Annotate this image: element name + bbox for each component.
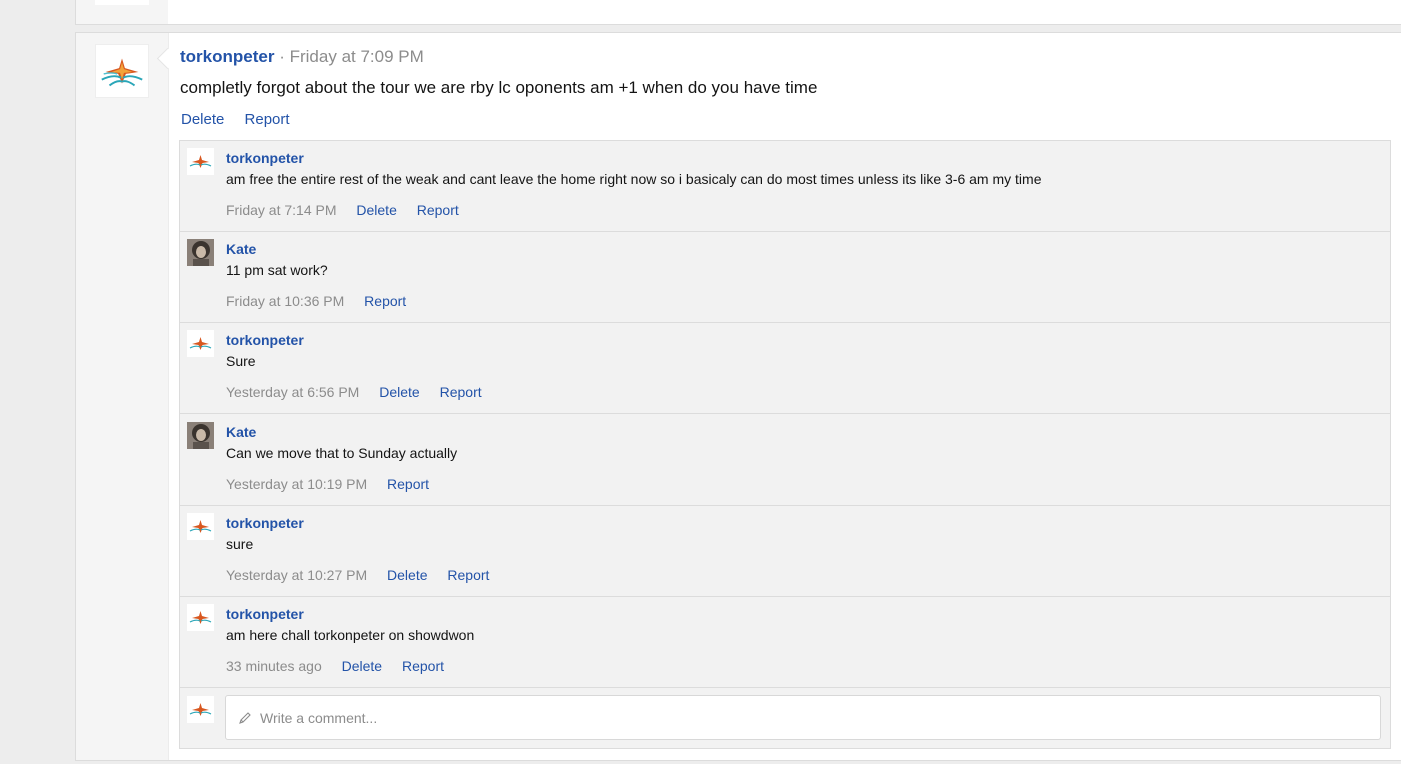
comment-author-link[interactable]: torkonpeter xyxy=(226,332,304,348)
comment-item: torkonpeter sure Yesterday at 10:27 PM D… xyxy=(180,506,1390,597)
comment-author-link[interactable]: torkonpeter xyxy=(226,515,304,531)
comments-list: torkonpeter am free the entire rest of t… xyxy=(179,140,1391,749)
comment-timestamp[interactable]: Yesterday at 10:19 PM xyxy=(226,476,367,492)
comment-timestamp[interactable]: 33 minutes ago xyxy=(226,658,322,674)
starfish-avatar-icon xyxy=(187,513,214,540)
comment-input-box[interactable] xyxy=(225,695,1381,740)
photo-avatar-icon xyxy=(187,239,214,266)
post-timestamp[interactable]: Friday at 7:09 PM xyxy=(290,47,424,66)
comment-author-avatar[interactable] xyxy=(187,422,214,449)
post-avatar-gutter xyxy=(76,33,169,760)
pencil-icon xyxy=(239,711,251,724)
comment-body: 11 pm sat work? xyxy=(226,262,328,278)
comment-body: Sure xyxy=(226,353,256,369)
post-header: torkonpeter · Friday at 7:09 PM xyxy=(180,47,424,67)
comment-delete-link[interactable]: Delete xyxy=(379,384,419,400)
comment-body: am free the entire rest of the weak and … xyxy=(226,171,1042,187)
comment-meta: Yesterday at 6:56 PM Delete Report xyxy=(226,384,498,400)
comment-meta: Friday at 7:14 PM Delete Report xyxy=(226,202,475,218)
profile-post-card: torkonpeter · Friday at 7:09 PM completl… xyxy=(75,32,1401,761)
comment-timestamp[interactable]: Friday at 7:14 PM xyxy=(226,202,337,218)
comment-report-link[interactable]: Report xyxy=(440,384,482,400)
comment-item: torkonpeter am free the entire rest of t… xyxy=(180,141,1390,232)
starfish-avatar-icon xyxy=(187,696,214,723)
comment-item: torkonpeter Sure Yesterday at 6:56 PM De… xyxy=(180,323,1390,414)
comment-input[interactable] xyxy=(258,708,1380,727)
comment-report-link[interactable]: Report xyxy=(364,293,406,309)
previous-post-card xyxy=(75,0,1401,25)
comment-timestamp[interactable]: Friday at 10:36 PM xyxy=(226,293,344,309)
starfish-avatar-icon xyxy=(187,604,214,631)
comment-reply-row xyxy=(180,689,1390,748)
comment-author-avatar[interactable] xyxy=(187,148,214,175)
post-delete-link[interactable]: Delete xyxy=(181,111,224,128)
comment-author-avatar[interactable] xyxy=(187,513,214,540)
post-body-text: completly forgot about the tour we are r… xyxy=(180,78,818,97)
previous-post-gutter xyxy=(76,0,168,24)
comment-author-link[interactable]: Kate xyxy=(226,241,256,257)
comment-author-avatar[interactable] xyxy=(187,239,214,266)
post-author-avatar[interactable] xyxy=(95,44,149,98)
current-user-avatar xyxy=(187,696,214,723)
comment-timestamp[interactable]: Yesterday at 10:27 PM xyxy=(226,567,367,583)
comment-report-link[interactable]: Report xyxy=(417,202,459,218)
comment-body: sure xyxy=(226,536,254,552)
comment-report-link[interactable]: Report xyxy=(447,567,489,583)
comment-meta: Friday at 10:36 PM Report xyxy=(226,293,422,309)
post-actions: Delete Report xyxy=(181,111,306,128)
starfish-avatar-icon xyxy=(187,330,214,357)
comment-body: Can we move that to Sunday actually xyxy=(226,445,458,461)
comment-delete-link[interactable]: Delete xyxy=(356,202,396,218)
comment-author-link[interactable]: torkonpeter xyxy=(226,606,304,622)
starfish-avatar-icon xyxy=(187,148,214,175)
comment-report-link[interactable]: Report xyxy=(387,476,429,492)
post-author-link[interactable]: torkonpeter xyxy=(180,47,274,66)
comment-item: Kate 11 pm sat work? Friday at 10:36 PM … xyxy=(180,232,1390,323)
comment-delete-link[interactable]: Delete xyxy=(387,567,427,583)
post-report-link[interactable]: Report xyxy=(245,111,290,128)
comment-author-link[interactable]: Kate xyxy=(226,424,256,440)
comment-meta: Yesterday at 10:27 PM Delete Report xyxy=(226,567,505,583)
comment-item: Kate Can we move that to Sunday actually… xyxy=(180,415,1390,506)
comment-item: torkonpeter am here chall torkonpeter on… xyxy=(180,597,1390,688)
comment-report-link[interactable]: Report xyxy=(402,658,444,674)
comment-meta: 33 minutes ago Delete Report xyxy=(226,658,460,674)
previous-post-avatar xyxy=(95,0,149,5)
comment-author-link[interactable]: torkonpeter xyxy=(226,150,304,166)
comment-delete-link[interactable]: Delete xyxy=(342,658,382,674)
photo-avatar-icon xyxy=(187,422,214,449)
comment-author-avatar[interactable] xyxy=(187,330,214,357)
starfish-avatar-icon xyxy=(96,45,148,97)
post-separator: · xyxy=(279,47,285,66)
comment-meta: Yesterday at 10:19 PM Report xyxy=(226,476,445,492)
comment-timestamp[interactable]: Yesterday at 6:56 PM xyxy=(226,384,359,400)
comment-author-avatar[interactable] xyxy=(187,604,214,631)
comment-body: am here chall torkonpeter on showdwon xyxy=(226,627,475,643)
